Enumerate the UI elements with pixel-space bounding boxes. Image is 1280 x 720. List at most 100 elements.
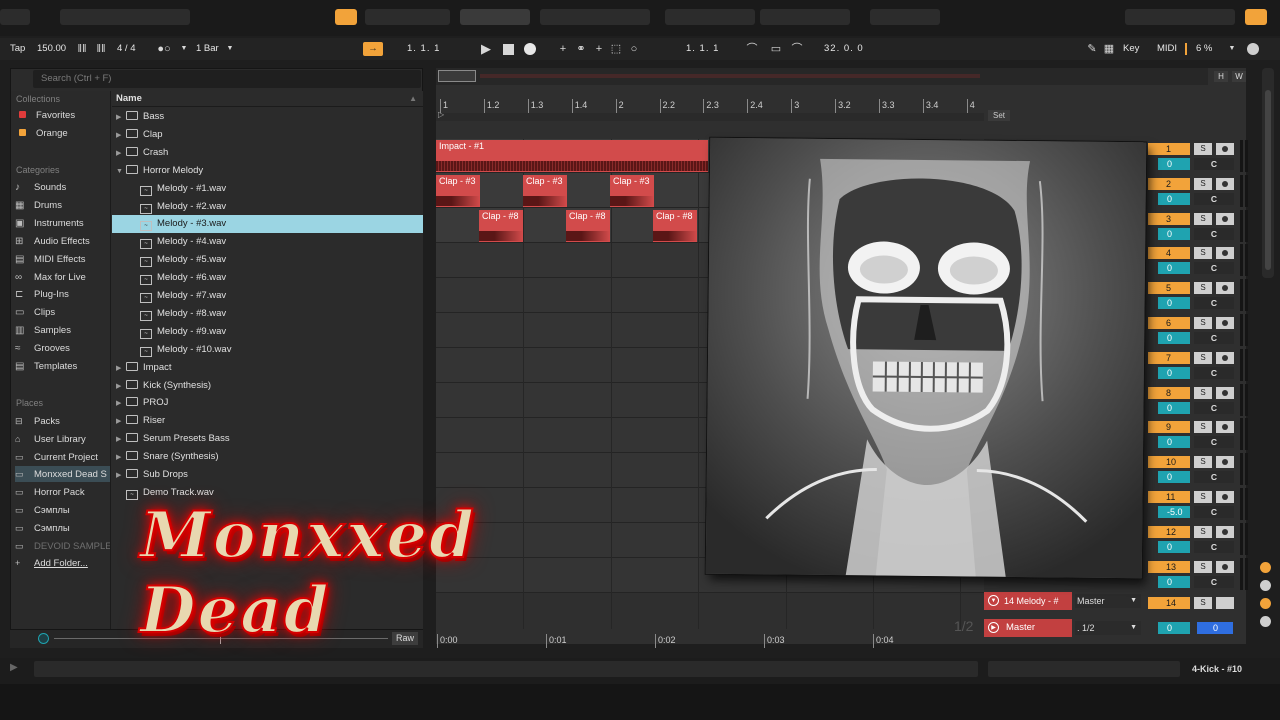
solo-button[interactable]: S [1194,212,1212,225]
track-volume[interactable]: 0 [1158,540,1190,553]
track-volume[interactable]: 0 [1158,158,1190,170]
folder-row[interactable]: ▶ Snare (Synthesis) [112,448,423,466]
folder-row[interactable]: ▼ Horror Melody [112,162,423,180]
name-column-header[interactable]: Name ▲ [112,91,423,107]
file-row[interactable]: ~ Melody - #8.wav [112,305,423,323]
pan-knob[interactable]: C [1194,436,1234,449]
places-item[interactable]: ▭ Monxxed Dead S [15,466,110,483]
re-enable-automation-icon[interactable]: + [592,42,606,56]
places-item[interactable]: ⊟ Packs [15,413,110,429]
return-toggle-icon[interactable] [1260,580,1271,591]
solo-button[interactable]: S [1194,351,1212,364]
track-volume[interactable]: 0 [1158,401,1190,414]
arm-button[interactable] [1216,560,1234,573]
automation-arm-icon[interactable]: ⚭ [574,42,588,56]
file-row[interactable]: ~ Melody - #2.wav [112,198,423,216]
tempo-field[interactable]: 150.00 [37,42,66,56]
file-row[interactable]: ~ Melody - #4.wav [112,233,423,251]
sort-icon[interactable]: ▲ [409,91,417,107]
loop-length-field[interactable]: 32. 0. 0 [824,42,864,56]
solo-button[interactable]: S [1194,421,1212,434]
track-volume[interactable]: 0 [1158,366,1190,379]
session-record-icon[interactable]: ○ [627,42,641,56]
pan-knob[interactable]: C [1194,506,1234,518]
file-row[interactable]: ~ Melody - #7.wav [112,287,423,305]
collapsed-arrow-icon[interactable]: ▶ [116,109,126,127]
track-number[interactable]: 2 [1148,177,1190,190]
search-input[interactable]: Search (Ctrl + F) [33,70,421,88]
pan-knob[interactable]: C [1194,297,1234,310]
pan-knob[interactable]: C [1194,262,1234,275]
places-item[interactable]: ▭ Сэмплы [15,502,110,518]
pan-knob[interactable]: C [1194,540,1234,553]
collapsed-arrow-icon[interactable]: ▶ [116,395,126,413]
follow-button[interactable]: → [363,42,383,56]
impact-clip[interactable]: Impact - #1 [436,140,708,172]
category-item[interactable]: ♪ Sounds [15,180,110,196]
folder-row[interactable]: ▶ Serum Presets Bass [112,430,423,448]
collapsed-arrow-icon[interactable]: ▶ [116,378,126,396]
loop-start-field[interactable]: 1. 1. 1 [686,42,719,56]
track-number[interactable]: 3 [1148,212,1190,225]
track-number[interactable]: 10 [1148,456,1190,469]
category-item[interactable]: ≈ Grooves [15,341,110,357]
places-item[interactable]: ⌂ User Library [15,431,110,447]
loop-switch-icon[interactable]: ▭ [768,42,784,56]
quantize-menu[interactable]: 1 Bar [196,42,219,56]
folder-row[interactable]: ▶ Kick (Synthesis) [112,377,423,395]
clap-8-clip[interactable]: Clap - #8 [566,210,610,242]
keyboard-icon[interactable]: ▦ [1103,42,1115,56]
pan-knob[interactable]: C [1194,227,1234,240]
track-14-arm[interactable] [1216,597,1234,609]
file-row[interactable]: ~ Melody - #6.wav [112,269,423,287]
edit-tools-top[interactable] [540,9,650,25]
raw-button[interactable]: Raw [392,632,418,645]
category-item[interactable]: ▣ Instruments [15,216,110,232]
key-midi-top[interactable] [1125,9,1235,25]
collapsed-arrow-icon[interactable]: ▶ [116,467,126,485]
category-item[interactable]: ▥ Samples [15,323,110,339]
io-toggle-icon[interactable] [1260,562,1271,573]
pan-knob[interactable]: C [1194,192,1234,205]
pan-knob[interactable]: C [1194,158,1234,170]
folder-row[interactable]: ▶ PROJ [112,394,423,412]
arrangement-position[interactable]: 1. 1. 1 [407,42,440,56]
mixer-toggle-icon[interactable] [1260,598,1271,609]
h-zoom-button[interactable]: H [1214,71,1228,82]
folder-row[interactable]: ▶ Sub Drops [112,466,423,484]
folder-row[interactable]: ▶ Clap [112,126,423,144]
track-number[interactable]: 9 [1148,421,1190,434]
solo-button[interactable]: S [1194,386,1212,399]
track-volume[interactable]: 0 [1158,471,1190,484]
master-output-select[interactable]: . 1/2 ▼ [1075,621,1141,635]
solo-button[interactable]: S [1194,177,1212,190]
arm-button[interactable] [1216,421,1234,434]
arm-button[interactable] [1216,525,1234,538]
start-marker-icon[interactable]: ▷ [438,110,444,119]
expanded-arrow-icon[interactable]: ▼ [116,163,126,181]
loop-length-top[interactable] [870,9,940,25]
solo-button[interactable]: S [1194,560,1212,573]
time-signature-field[interactable]: 4 / 4 [117,42,136,56]
track-number[interactable]: 7 [1148,351,1190,364]
clap-3-clip[interactable]: Clap - #3 [610,175,654,207]
track-volume[interactable]: 0 [1158,227,1190,240]
collapsed-arrow-icon[interactable]: ▶ [116,449,126,467]
track-volume[interactable]: 0 [1158,192,1190,205]
track-number[interactable]: 8 [1148,386,1190,399]
menu-area-2[interactable] [60,9,190,25]
collection-item[interactable]: Orange [15,126,110,142]
vertical-scrollbar[interactable] [1262,68,1274,278]
solo-button[interactable]: S [1194,456,1212,469]
track-volume[interactable]: 0 [1158,297,1190,310]
collapsed-arrow-icon[interactable]: ▶ [116,431,126,449]
track-number[interactable]: 13 [1148,560,1190,573]
solo-button[interactable]: S [1194,143,1212,155]
category-item[interactable]: ∞ Max for Live [15,270,110,286]
beat-ruler[interactable]: 1 1.2 1.3 1.4 2 2.2 2.3 2.4 3 3.2 3.3 3.4 4 [436,99,984,113]
places-item[interactable]: + Add Folder... [15,555,110,571]
arm-button[interactable] [1216,491,1234,503]
pan-knob[interactable]: C [1194,401,1234,414]
track-volume[interactable]: 0 [1158,436,1190,449]
collapsed-arrow-icon[interactable]: ▶ [116,145,126,163]
